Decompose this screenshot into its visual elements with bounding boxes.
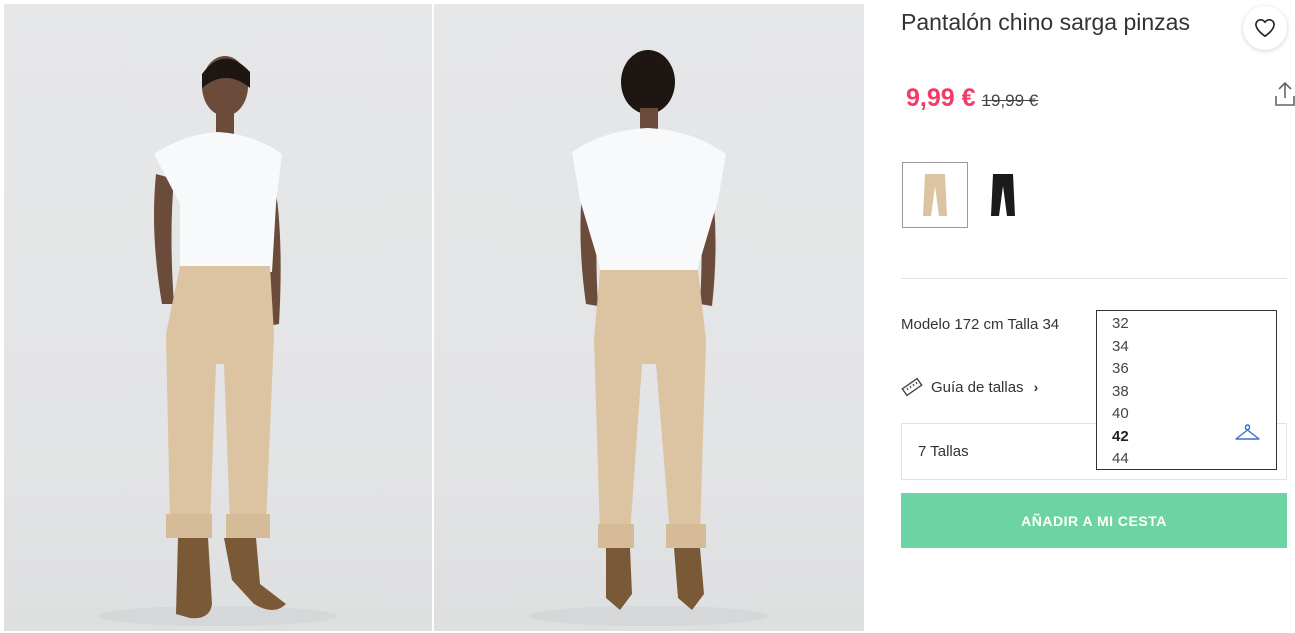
size-guide-label: Guía de tallas <box>931 378 1024 396</box>
ruler-icon <box>901 377 923 397</box>
hanger-icon <box>1235 424 1260 440</box>
product-title: Pantalón chino sarga pinzas <box>901 9 1190 35</box>
color-swatch-beige[interactable] <box>902 162 968 228</box>
size-option[interactable]: 40 <box>1097 403 1276 426</box>
chevron-right-icon: › <box>1033 379 1039 395</box>
add-to-cart-button[interactable]: AÑADIR A MI CESTA <box>901 493 1287 548</box>
model-info: Modelo 172 cm Talla 34 <box>901 316 1060 333</box>
color-swatch-black[interactable] <box>970 162 1036 228</box>
original-price: 19,99 € <box>981 91 1039 110</box>
size-option[interactable]: 36 <box>1097 358 1276 381</box>
current-price: 9,99 € <box>906 84 976 112</box>
share-icon <box>1275 81 1295 106</box>
favorite-button[interactable] <box>1243 6 1287 50</box>
heart-icon <box>1255 19 1275 37</box>
size-option[interactable]: 44 <box>1097 448 1276 471</box>
size-option[interactable]: 34 <box>1097 336 1276 359</box>
size-guide-link[interactable]: Guía de tallas › <box>901 377 1038 397</box>
share-button[interactable] <box>1273 80 1295 108</box>
product-image-front[interactable] <box>4 4 432 631</box>
price-row: 9,99 € 19,99 € <box>906 84 1038 113</box>
size-dropdown-list[interactable]: 32 34 36 38 40 42 44 <box>1096 310 1277 470</box>
size-option[interactable]: 32 <box>1097 313 1276 336</box>
product-image-back[interactable] <box>434 4 864 631</box>
black-trousers-thumbnail <box>991 174 1015 216</box>
model-front-illustration <box>98 56 338 626</box>
size-option[interactable]: 38 <box>1097 381 1276 404</box>
divider <box>901 278 1287 279</box>
product-page: Pantalón chino sarga pinzas 9,99 € 19,99… <box>0 0 1295 633</box>
size-select-placeholder: 7 Tallas <box>918 443 969 460</box>
beige-trousers-thumbnail <box>923 174 947 216</box>
model-back-illustration <box>529 50 769 626</box>
